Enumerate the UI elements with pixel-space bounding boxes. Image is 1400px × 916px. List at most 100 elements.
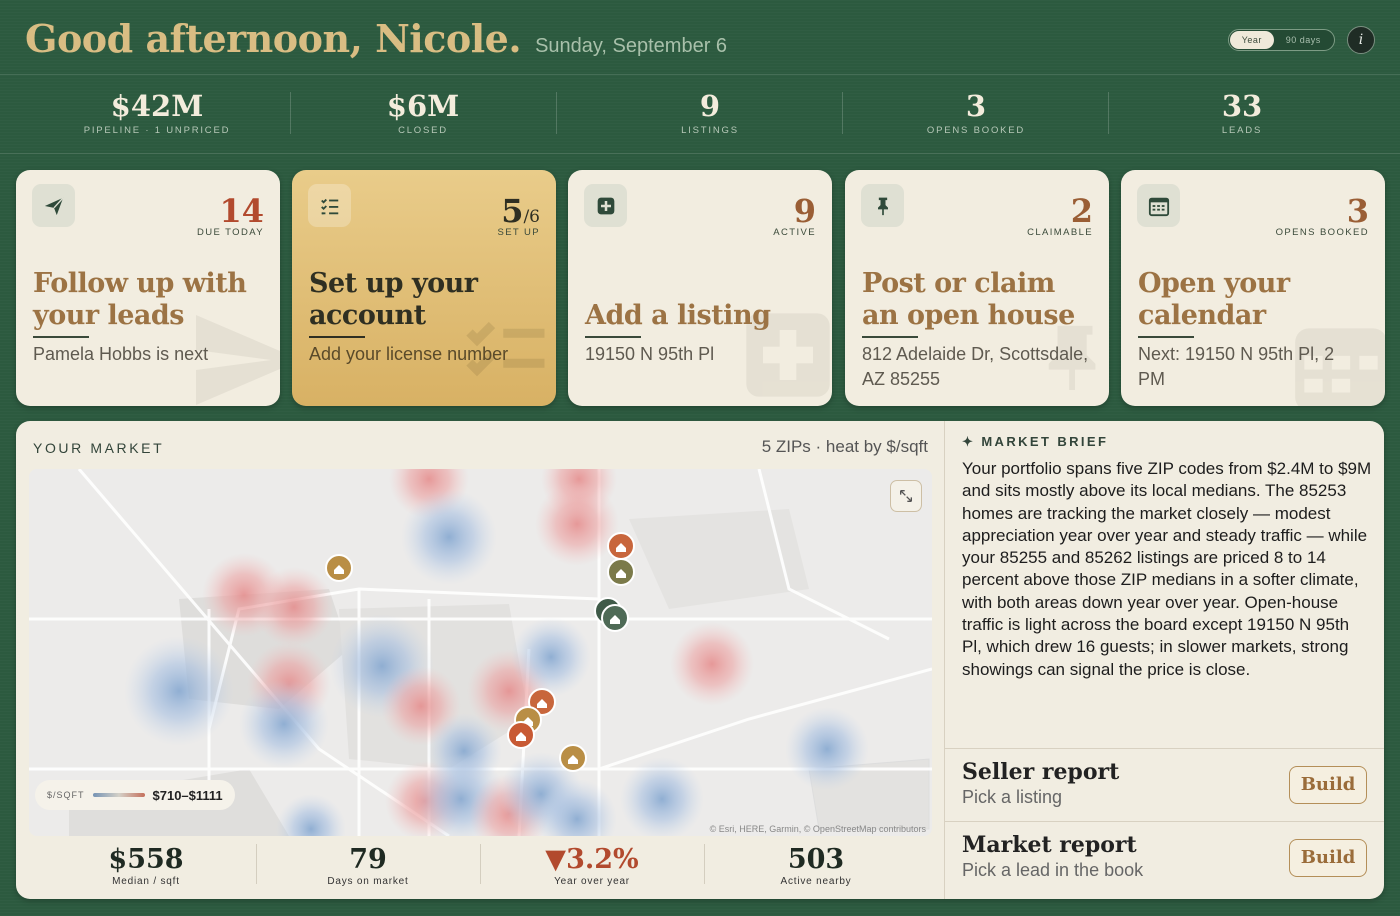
title-underline	[33, 336, 89, 338]
stat-value: 33	[1221, 89, 1263, 123]
stat-value: 79	[349, 844, 387, 875]
card-title: Open your calendar	[1138, 268, 1290, 331]
house-pin	[559, 744, 587, 772]
stat-label: PIPELINE · 1 UNPRICED	[83, 125, 231, 136]
title-underline	[862, 336, 918, 338]
expand-icon	[900, 490, 912, 502]
map-attribution: © Esri, HERE, Garmin, © OpenStreetMap co…	[709, 824, 926, 834]
checklist-icon	[308, 184, 351, 227]
card-title: Post or claim an open house	[862, 268, 1075, 331]
divider	[842, 92, 843, 134]
card-count: 14	[219, 192, 264, 230]
house-pin	[601, 604, 629, 632]
paper-plane-icon	[32, 184, 75, 227]
stat-label: Days on market	[327, 876, 409, 887]
stat-label: LEADS	[1221, 125, 1263, 136]
market-map[interactable]: $/SQFT $710–$1111 © Esri, HERE, Garmin, …	[29, 469, 932, 836]
divider	[704, 844, 705, 884]
stat-value: 3.2%	[566, 844, 639, 875]
card-subtitle: 812 Adelaide Dr, Scottsdale, AZ 85255	[862, 344, 1089, 389]
stat-active-nearby: 503 Active nearby	[706, 844, 926, 887]
market-panel: YOUR MARKET 5 ZIPs · heat by $/sqft $/SQ…	[16, 421, 1384, 899]
card-title: Follow up with your leads	[33, 268, 247, 331]
card-subtitle: Pamela Hobbs is next	[33, 344, 209, 364]
market-sidebar: ✦ MARKET BRIEF Your portfolio spans five…	[944, 421, 1384, 899]
expand-map-button[interactable]	[890, 480, 922, 512]
trend-down-icon: ▼	[545, 844, 567, 875]
card-open-house[interactable]: 2 CLAIMABLE Post or claim an open house …	[845, 170, 1109, 406]
stat-listings: 9 LISTINGS	[590, 89, 830, 136]
report-title: Seller report	[962, 759, 1120, 785]
stat-value: 3	[965, 89, 987, 123]
brief-heading: ✦ MARKET BRIEF	[962, 434, 1108, 450]
divider	[556, 92, 557, 134]
card-count: 9	[793, 192, 816, 230]
plus-square-icon	[584, 184, 627, 227]
stat-label: Year over year	[554, 876, 630, 887]
card-setup-account[interactable]: 5/6 SET UP Set up your account Add your …	[292, 170, 556, 406]
stat-value: 503	[787, 844, 845, 875]
greeting: Good afternoon, Nicole.	[25, 16, 522, 61]
card-follow-up-leads[interactable]: 14 DUE TODAY Follow up with your leads P…	[16, 170, 280, 406]
current-date: Sunday, September 6	[535, 35, 728, 57]
sparkle-icon: ✦	[962, 434, 982, 449]
seller-report-row: Seller report Pick a listing Build	[945, 748, 1384, 821]
stat-value: $42M	[110, 89, 204, 123]
title-underline	[1138, 336, 1194, 338]
card-calendar[interactable]: 3 OPENS BOOKED Open your calendar Next: …	[1121, 170, 1385, 406]
house-pin	[325, 554, 353, 582]
stat-label: Median / sqft	[112, 876, 180, 887]
divider	[290, 92, 291, 134]
market-note: 5 ZIPs · heat by $/sqft	[761, 437, 928, 456]
stats-bar: $42M PIPELINE · 1 UNPRICED $6M CLOSED 9 …	[0, 74, 1400, 154]
card-subtitle: 19150 N 95th Pl	[585, 344, 715, 364]
map-legend: $/SQFT $710–$1111	[35, 780, 235, 810]
card-title: Set up your account	[309, 268, 478, 331]
range-option-90-days[interactable]: 90 days	[1274, 31, 1333, 49]
card-title: Add a listing	[585, 300, 771, 331]
stat-leads: 33 LEADS	[1122, 89, 1362, 136]
report-subtitle: Pick a listing	[962, 787, 1063, 807]
stat-year-over-year: ▼3.2% Year over year	[482, 844, 702, 887]
legend-range: $710–$1111	[152, 787, 223, 803]
report-subtitle: Pick a lead in the book	[962, 860, 1144, 880]
report-title: Market report	[962, 832, 1137, 858]
stat-median-sqft: $558 Median / sqft	[36, 844, 256, 887]
card-count: 5	[501, 192, 524, 230]
build-market-report-button[interactable]: Build	[1289, 839, 1367, 877]
stat-value: 9	[699, 89, 721, 123]
legend-label: $/SQFT	[47, 790, 85, 800]
divider	[256, 844, 257, 884]
market-title: YOUR MARKET	[33, 440, 165, 456]
card-caption: CLAIMABLE	[1027, 227, 1093, 238]
header: Good afternoon, Nicole. Sunday, Septembe…	[25, 16, 727, 61]
range-toggle[interactable]: Year 90 days	[1228, 29, 1335, 51]
stat-pipeline: $42M PIPELINE · 1 UNPRICED	[37, 89, 277, 136]
card-subtitle: Next: 19150 N 95th Pl, 2 PM	[1138, 344, 1335, 389]
card-count: 3	[1346, 192, 1369, 230]
card-caption: ACTIVE	[773, 227, 816, 238]
build-seller-report-button[interactable]: Build	[1289, 766, 1367, 804]
stat-opens-booked: 3 OPENS BOOKED	[856, 89, 1096, 136]
info-button[interactable]: i	[1347, 26, 1375, 54]
card-caption: OPENS BOOKED	[1275, 227, 1369, 238]
brief-title: MARKET BRIEF	[981, 434, 1109, 449]
divider	[1108, 92, 1109, 134]
divider	[480, 844, 481, 884]
stat-label: Active nearby	[780, 876, 852, 887]
card-caption: DUE TODAY	[197, 227, 264, 238]
range-option-year[interactable]: Year	[1230, 31, 1274, 49]
card-add-listing[interactable]: 9 ACTIVE Add a listing 19150 N 95th Pl	[568, 170, 832, 406]
stat-label: CLOSED	[398, 125, 448, 136]
house-pin	[607, 558, 635, 586]
stat-value: $6M	[386, 89, 460, 123]
title-underline	[309, 336, 365, 338]
card-count: 2	[1070, 192, 1093, 230]
calendar-icon	[1137, 184, 1180, 227]
market-stats: $558 Median / sqft 79 Days on market ▼3.…	[16, 836, 944, 899]
market-report-row: Market report Pick a lead in the book Bu…	[945, 821, 1384, 894]
legend-gradient	[92, 793, 145, 797]
stat-label: LISTINGS	[681, 125, 739, 136]
title-underline	[585, 336, 641, 338]
house-pin	[607, 532, 635, 560]
